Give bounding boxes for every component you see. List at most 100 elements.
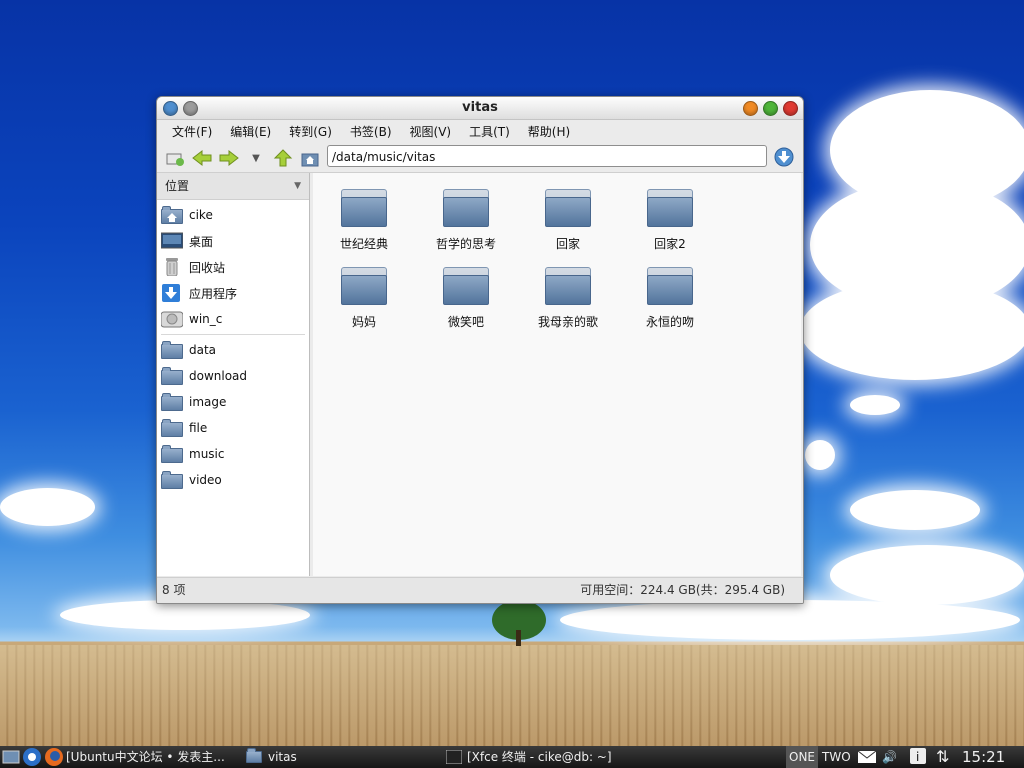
cloud bbox=[850, 490, 980, 530]
terminal-icon bbox=[446, 750, 462, 764]
item-count: 8 项 bbox=[162, 583, 186, 597]
workspace-one[interactable]: ONE bbox=[786, 746, 819, 768]
close-button[interactable] bbox=[783, 101, 798, 116]
folder-icon bbox=[647, 267, 693, 305]
chevron-down-icon[interactable]: ▼ bbox=[294, 173, 301, 199]
firefox-icon[interactable] bbox=[44, 747, 64, 767]
menu-bookmarks[interactable]: 书签(B) bbox=[341, 120, 401, 144]
go-icon[interactable] bbox=[773, 146, 795, 168]
folder-item[interactable]: 回家 bbox=[517, 183, 619, 261]
field-shade bbox=[0, 645, 1024, 746]
sidebar-item-label: video bbox=[189, 473, 222, 487]
folder-name: 哲学的思考 bbox=[435, 237, 496, 251]
window-title: vitas bbox=[462, 100, 498, 115]
show-desktop-icon[interactable] bbox=[2, 747, 20, 767]
folder-icon bbox=[341, 267, 387, 305]
status-bar: 8 项 可用空间：224.4 GB(共：295.4 GB) bbox=[157, 577, 803, 603]
sidebar-item-label: win_c bbox=[189, 312, 223, 326]
menu-tools[interactable]: 工具(T) bbox=[460, 120, 519, 144]
sidebar-item-data[interactable]: data bbox=[157, 337, 309, 363]
menu-file[interactable]: 文件(F) bbox=[163, 120, 221, 144]
folder-name: 妈妈 bbox=[351, 315, 376, 329]
folder-icon bbox=[443, 267, 489, 305]
sidebar-item-music[interactable]: music bbox=[157, 441, 309, 467]
home-icon[interactable] bbox=[298, 147, 322, 169]
network-icon[interactable]: ⇅ bbox=[936, 746, 949, 768]
sidebar-item-label: file bbox=[189, 421, 208, 435]
sidebar-header-label: 位置 bbox=[165, 179, 190, 193]
back-icon[interactable] bbox=[190, 147, 214, 169]
task-browser[interactable]: [Ubuntu中文论坛 • 发表主... bbox=[66, 747, 241, 767]
cloud bbox=[830, 545, 1024, 605]
folder-item[interactable]: 哲学的思考 bbox=[415, 183, 517, 261]
free-space: 可用空间：224.4 GB(共：295.4 GB) bbox=[580, 583, 785, 597]
sidebar-header[interactable]: 位置 ▼ bbox=[157, 173, 309, 200]
sidebar-item-image[interactable]: image bbox=[157, 389, 309, 415]
task-label: vitas bbox=[268, 750, 297, 764]
folder-icon bbox=[161, 393, 183, 411]
maximize-button[interactable] bbox=[763, 101, 778, 116]
minimize-button[interactable] bbox=[743, 101, 758, 116]
sidebar-item-cike[interactable]: cike bbox=[157, 202, 309, 228]
folder-item[interactable]: 妈妈 bbox=[313, 261, 415, 339]
workspace-two[interactable]: TWO bbox=[822, 746, 851, 768]
folder-item[interactable]: 永恒的吻 bbox=[619, 261, 721, 339]
menu-go[interactable]: 转到(G) bbox=[280, 120, 341, 144]
task-terminal[interactable]: [Xfce 终端 - cike@db: ~] bbox=[446, 747, 616, 767]
sidebar-item-trash[interactable]: 回收站 bbox=[157, 254, 309, 280]
file-manager-window: vitas 文件(F) 编辑(E) 转到(G) 书签(B) 视图(V) 工具(T… bbox=[156, 96, 804, 604]
folder-item[interactable]: 回家2 bbox=[619, 183, 721, 261]
task-vitas[interactable]: vitas bbox=[246, 747, 436, 767]
clock[interactable]: 15:21 bbox=[962, 746, 1005, 768]
folder-name: 回家 bbox=[555, 237, 580, 251]
home-folder-icon bbox=[161, 206, 183, 224]
drive-icon bbox=[160, 310, 184, 328]
sidebar-item-win-c[interactable]: win_c bbox=[157, 306, 309, 332]
folder-name: 永恒的吻 bbox=[645, 315, 694, 329]
folder-icon bbox=[545, 267, 591, 305]
folder-name: 微笑吧 bbox=[447, 315, 484, 329]
sidebar-item-label: music bbox=[189, 447, 225, 461]
folder-icon bbox=[161, 341, 183, 359]
sidebar-item-applications[interactable]: 应用程序 bbox=[157, 280, 309, 306]
folder-icon bbox=[161, 471, 183, 489]
address-bar[interactable]: /data/music/vitas bbox=[327, 145, 767, 167]
forward-icon[interactable] bbox=[217, 147, 241, 169]
app-menu-icon[interactable] bbox=[22, 747, 42, 767]
sidebar-separator bbox=[161, 334, 305, 335]
task-label: [Ubuntu中文论坛 • 发表主... bbox=[66, 750, 225, 764]
new-tab-icon[interactable] bbox=[163, 147, 187, 169]
mail-icon[interactable] bbox=[857, 749, 877, 768]
sidebar-item-video[interactable]: video bbox=[157, 467, 309, 493]
applications-icon bbox=[161, 284, 183, 302]
sidebar-item-label: image bbox=[189, 395, 227, 409]
folder-item[interactable]: 世纪经典 bbox=[313, 183, 415, 261]
menu-help[interactable]: 帮助(H) bbox=[519, 120, 579, 144]
sidebar-item-label: 桌面 bbox=[189, 234, 214, 249]
volume-icon[interactable]: 🔊 bbox=[882, 746, 897, 768]
menu-edit[interactable]: 编辑(E) bbox=[221, 120, 280, 144]
cloud bbox=[800, 280, 1024, 380]
taskbar: [Ubuntu中文论坛 • 发表主... vitas [Xfce 终端 - ci… bbox=[0, 746, 1024, 768]
history-dropdown-icon[interactable]: ▼ bbox=[244, 147, 268, 169]
tree-trunk bbox=[516, 630, 521, 646]
sidebar-item-download[interactable]: download bbox=[157, 363, 309, 389]
sidebar-item-label: cike bbox=[189, 208, 213, 222]
folder-item[interactable]: 微笑吧 bbox=[415, 261, 517, 339]
sidebar-item-file[interactable]: file bbox=[157, 415, 309, 441]
file-view[interactable]: 世纪经典 哲学的思考 回家 回家2 妈妈 微笑吧 我母亲的歌 永恒的吻 bbox=[313, 173, 801, 576]
sidebar-item-desktop[interactable]: 桌面 bbox=[157, 228, 309, 254]
cloud bbox=[850, 395, 900, 415]
info-icon[interactable]: i bbox=[910, 748, 926, 768]
menu-bar: 文件(F) 编辑(E) 转到(G) 书签(B) 视图(V) 工具(T) 帮助(H… bbox=[157, 120, 803, 144]
folder-icon bbox=[443, 189, 489, 227]
menu-view[interactable]: 视图(V) bbox=[401, 120, 461, 144]
folder-icon bbox=[161, 445, 183, 463]
folder-icon bbox=[647, 189, 693, 227]
sidebar-item-label: data bbox=[189, 343, 217, 357]
folder-name: 我母亲的歌 bbox=[537, 315, 598, 329]
title-bar[interactable]: vitas bbox=[157, 97, 803, 120]
up-icon[interactable] bbox=[271, 147, 295, 169]
cloud bbox=[805, 440, 835, 470]
folder-item[interactable]: 我母亲的歌 bbox=[517, 261, 619, 339]
